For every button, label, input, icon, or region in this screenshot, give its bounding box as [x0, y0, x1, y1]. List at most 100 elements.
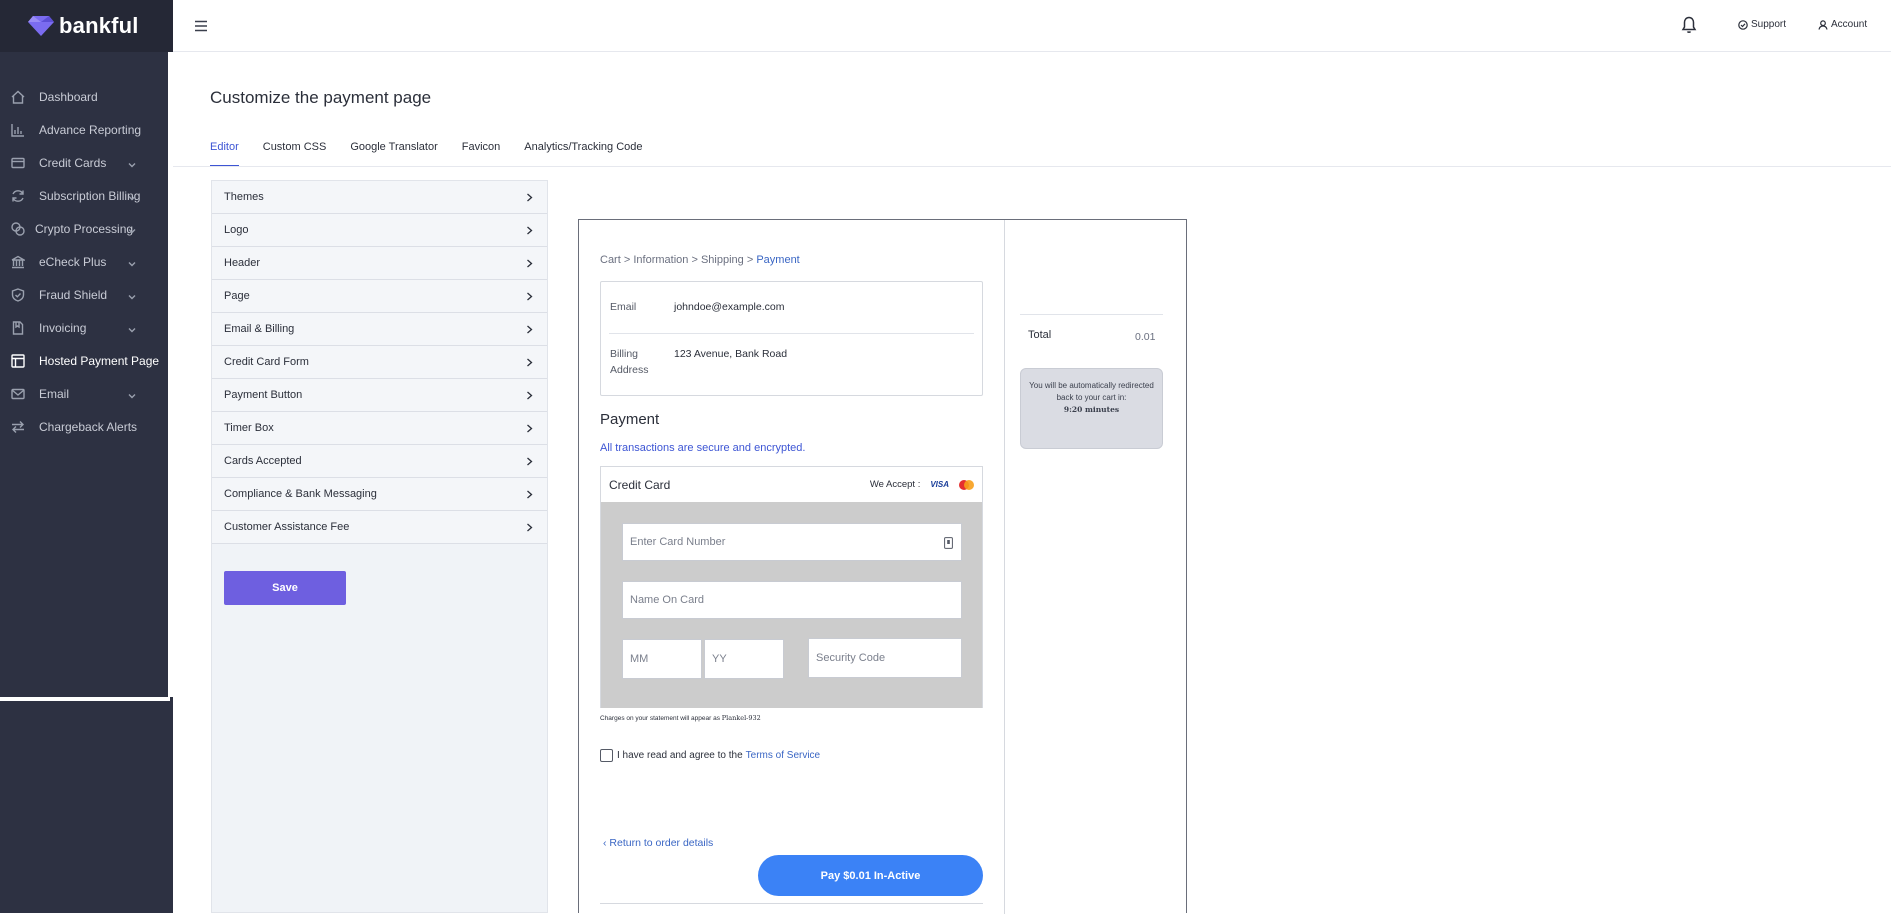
support-link[interactable]: Support: [1738, 19, 1786, 30]
pay-button[interactable]: Pay $0.01 In-Active: [758, 855, 983, 896]
tab-favicon[interactable]: Favicon: [462, 140, 501, 167]
section-cards-accepted[interactable]: Cards Accepted: [212, 445, 547, 478]
crumb-shipping[interactable]: Shipping: [701, 254, 744, 266]
sidebar-item-credit-cards[interactable]: Credit Cards: [0, 146, 173, 179]
sidebar-item-advance-reporting[interactable]: Advance Reporting: [0, 113, 173, 146]
tab-analytics-tracking-code[interactable]: Analytics/Tracking Code: [524, 140, 642, 167]
section-timer-box[interactable]: Timer Box: [212, 412, 547, 445]
sidebar-item-crypto-processing[interactable]: Crypto Processing: [0, 212, 173, 245]
sidebar-item-invoicing[interactable]: Invoicing: [0, 311, 173, 344]
chevron-right-icon: [527, 457, 533, 465]
sidebar-item-label: Dashboard: [39, 89, 98, 104]
chevron-right-icon: [527, 193, 533, 201]
terms-of-service-link[interactable]: Terms of Service: [746, 750, 820, 761]
chevron-down-icon: [128, 191, 136, 201]
card-number-placeholder: Enter Card Number: [630, 536, 726, 548]
mastercard-logo-icon: [959, 479, 974, 490]
payment-page-preview: Cart > Information > Shipping > Payment …: [578, 219, 1187, 914]
statement-descriptor: Plankel-932: [721, 714, 761, 722]
crumb-separator: >: [623, 254, 631, 266]
crumb-payment: Payment: [756, 254, 800, 266]
email-label: Email: [610, 301, 637, 313]
billing-label-line2: Address: [610, 364, 649, 376]
hamburger-menu-icon[interactable]: [194, 19, 208, 32]
billing-label-line1: Billing: [610, 348, 639, 360]
section-payment-button[interactable]: Payment Button: [212, 379, 547, 412]
section-compliance-bank-messaging[interactable]: Compliance & Bank Messaging: [212, 478, 547, 511]
payment-heading: Payment: [600, 411, 660, 428]
timer-text: You will be automatically redirected bac…: [1029, 381, 1154, 402]
bell-icon[interactable]: [1681, 16, 1697, 34]
sidebar-item-label: eCheck Plus: [39, 254, 107, 269]
section-credit-card-form[interactable]: Credit Card Form: [212, 346, 547, 379]
preview-column-divider: [1004, 220, 1005, 914]
chevron-right-icon: [527, 259, 533, 267]
credit-card-title: Credit Card: [609, 477, 671, 492]
home-icon: [11, 90, 25, 104]
section-customer-assistance-fee[interactable]: Customer Assistance Fee: [212, 511, 547, 544]
credit-card-header: Credit Card We Accept : VISA: [601, 467, 982, 502]
security-code-placeholder: Security Code: [816, 652, 886, 664]
sidebar-item-email[interactable]: Email: [0, 377, 173, 410]
chevron-down-icon: [128, 323, 136, 333]
expiry-month-input[interactable]: MM: [622, 639, 702, 679]
card-lock-icon: [944, 537, 953, 549]
crumb-information[interactable]: Information: [633, 254, 688, 266]
bar-chart-icon: [11, 123, 25, 137]
section-label: Page: [224, 290, 250, 302]
account-label: Account: [1831, 19, 1868, 30]
chevron-right-icon: [527, 490, 533, 498]
yy-placeholder: YY: [712, 653, 727, 665]
return-to-order-link[interactable]: ‹ Return to order details: [603, 837, 713, 849]
tab-editor[interactable]: Editor: [210, 140, 239, 167]
chevron-down-icon: [128, 257, 136, 267]
timer-countdown: 9:20 minutes: [1063, 405, 1120, 414]
sidebar-item-label: Advance Reporting: [39, 122, 142, 137]
section-email-billing[interactable]: Email & Billing: [212, 313, 547, 346]
visa-logo-icon: VISA: [930, 480, 949, 489]
brand[interactable]: bankful: [0, 0, 173, 52]
bankful-logo-icon: [28, 16, 54, 36]
section-label: Timer Box: [224, 422, 274, 434]
section-header[interactable]: Header: [212, 247, 547, 280]
name-on-card-input[interactable]: Name On Card: [622, 581, 962, 619]
sidebar-item-fraud-shield[interactable]: Fraud Shield: [0, 278, 173, 311]
sidebar-item-hosted-payment-page[interactable]: Hosted Payment Page: [0, 344, 173, 377]
sidebar-item-dashboard[interactable]: Dashboard: [0, 80, 173, 113]
section-logo[interactable]: Logo: [212, 214, 547, 247]
sidebar-item-echeck-plus[interactable]: eCheck Plus: [0, 245, 173, 278]
customer-info-box: Email johndoe@example.com Billing Address…: [600, 281, 983, 396]
support-label: Support: [1751, 19, 1787, 30]
refresh-icon: [11, 189, 25, 203]
save-button[interactable]: Save: [224, 571, 346, 605]
info-divider: [609, 333, 974, 334]
terms-text: I have read and agree to the: [617, 750, 743, 761]
page-title: Customize the payment page: [210, 88, 432, 107]
crumb-separator: >: [746, 254, 754, 266]
terms-checkbox[interactable]: [600, 749, 613, 762]
sidebar-divider: [0, 697, 170, 701]
terms-agreement: I have read and agree to the Terms of Se…: [600, 749, 820, 762]
chevron-down-icon: [128, 224, 136, 234]
check-circle-icon: [1738, 19, 1748, 30]
billing-address-value: 123 Avenue, Bank Road: [674, 348, 788, 360]
credit-card-form: Credit Card We Accept : VISA Enter Card …: [600, 466, 983, 708]
expiry-year-input[interactable]: YY: [704, 639, 784, 679]
security-code-input[interactable]: Security Code: [808, 638, 962, 678]
section-page[interactable]: Page: [212, 280, 547, 313]
account-link[interactable]: Account: [1818, 19, 1867, 30]
credit-card-fields: Enter Card Number Name On Card MM YY Sec…: [601, 502, 982, 708]
chevron-right-icon: [527, 325, 533, 333]
tab-custom-css[interactable]: Custom CSS: [263, 140, 327, 167]
section-label: Themes: [224, 191, 264, 203]
section-themes[interactable]: Themes: [212, 181, 547, 214]
tabs-divider: [173, 166, 1891, 167]
sidebar-item-chargeback-alerts[interactable]: Chargeback Alerts: [0, 410, 173, 443]
layout-icon: [11, 353, 25, 368]
crumb-cart[interactable]: Cart: [600, 254, 621, 266]
sidebar-item-subscription-billing[interactable]: Subscription Billing: [0, 179, 173, 212]
tab-google-translator[interactable]: Google Translator: [350, 140, 437, 167]
sidebar-item-label: Crypto Processing: [35, 221, 134, 236]
card-number-input[interactable]: Enter Card Number: [622, 523, 962, 561]
statement-notice: Charges on your statement will appear as…: [600, 714, 761, 722]
